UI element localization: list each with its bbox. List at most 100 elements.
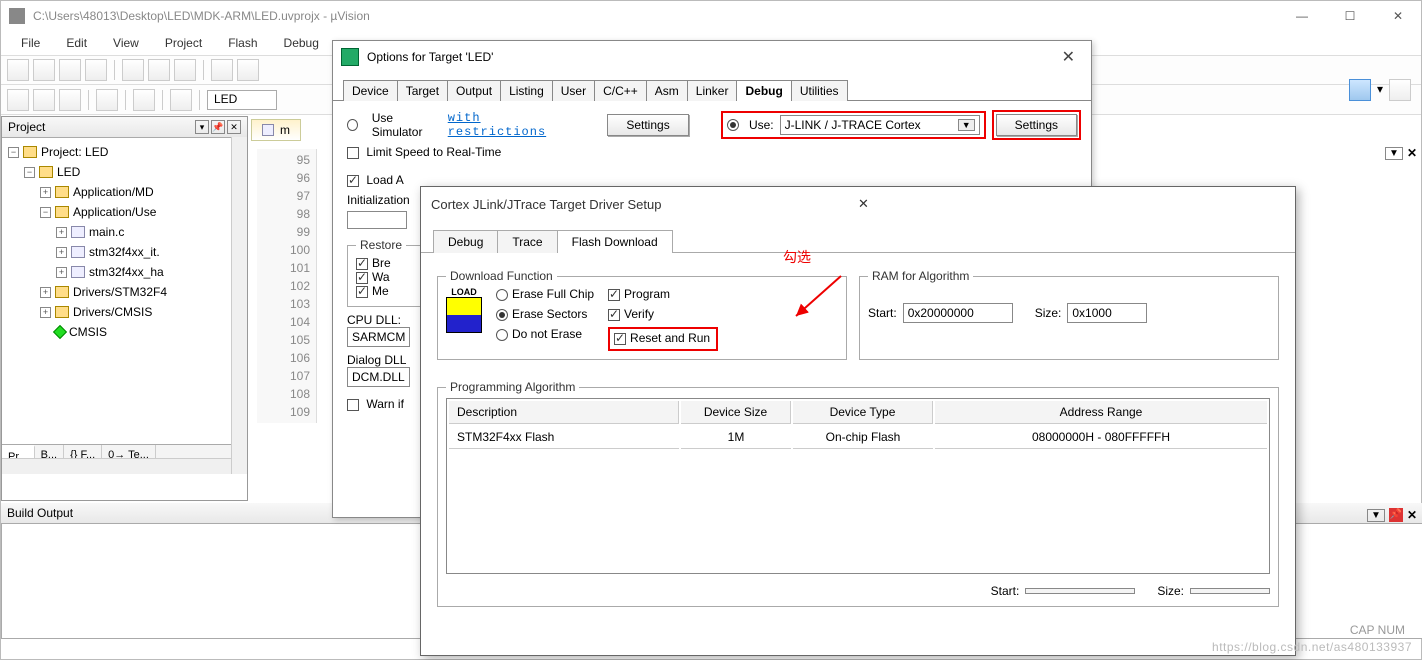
memory-checkbox[interactable] (356, 286, 368, 298)
breakpoints-checkbox[interactable] (356, 258, 368, 270)
paste-icon[interactable] (174, 59, 196, 81)
table-row[interactable]: STM32F4xx Flash 1M On-chip Flash 0800000… (449, 426, 1267, 449)
menu-debug[interactable]: Debug (274, 34, 329, 52)
use-debugger-radio[interactable] (727, 119, 739, 131)
tab-target[interactable]: Target (397, 80, 448, 101)
tree-cmsis[interactable]: CMSIS (69, 325, 107, 339)
panel-close-icon[interactable]: ✕ (1407, 508, 1417, 522)
target-combo[interactable]: LED (207, 90, 277, 110)
tab-listing[interactable]: Listing (500, 80, 553, 101)
menu-flash[interactable]: Flash (218, 34, 267, 52)
expand-icon[interactable]: − (40, 207, 51, 218)
cut-icon[interactable] (122, 59, 144, 81)
jlink-close-button[interactable]: ✕ (850, 194, 1285, 214)
algo-start-field[interactable] (1025, 588, 1135, 594)
config-view-icon[interactable] (1349, 79, 1371, 101)
debugger-combo[interactable]: J-LINK / J-TRACE Cortex ▼ (780, 115, 980, 135)
tree-target[interactable]: LED (57, 165, 80, 179)
sim-settings-button[interactable]: Settings (607, 114, 688, 136)
save-all-icon[interactable] (85, 59, 107, 81)
build-icon[interactable] (33, 89, 55, 111)
pin-icon[interactable]: 📌 (1389, 508, 1403, 522)
tab-cpp[interactable]: C/C++ (594, 80, 647, 101)
algo-size-field[interactable] (1190, 588, 1270, 594)
erase-sectors-radio[interactable] (496, 309, 508, 321)
th-description[interactable]: Description (449, 401, 679, 424)
tab-debug[interactable]: Debug (736, 80, 791, 101)
tree-group[interactable]: Application/MD (73, 185, 154, 199)
tree-group[interactable]: Drivers/CMSIS (73, 305, 152, 319)
maximize-button[interactable]: ☐ (1335, 6, 1365, 26)
undo-icon[interactable] (211, 59, 233, 81)
load-app-checkbox[interactable] (347, 175, 359, 187)
tree-group[interactable]: Application/Use (73, 205, 156, 219)
tree-file[interactable]: main.c (89, 225, 124, 239)
menu-project[interactable]: Project (155, 34, 212, 52)
panel-close-icon[interactable]: ✕ (227, 120, 241, 134)
limit-speed-checkbox[interactable] (347, 147, 359, 159)
do-not-erase-radio[interactable] (496, 329, 508, 341)
th-device-type[interactable]: Device Type (793, 401, 933, 424)
use-simulator-radio[interactable] (347, 119, 358, 131)
expand-icon[interactable]: − (24, 167, 35, 178)
translate-icon[interactable] (7, 89, 29, 111)
download-icon[interactable] (170, 89, 192, 111)
watch-checkbox[interactable] (356, 272, 368, 284)
tab-linker[interactable]: Linker (687, 80, 738, 101)
copy-icon[interactable] (148, 59, 170, 81)
stop-build-icon[interactable] (133, 89, 155, 111)
dropdown-arrow-icon[interactable]: ▼ (958, 119, 975, 131)
expand-icon[interactable]: − (8, 147, 19, 158)
warn-checkbox[interactable] (347, 399, 359, 411)
menu-edit[interactable]: Edit (56, 34, 97, 52)
panel-menu-icon[interactable]: ▼ (1367, 509, 1385, 522)
tree-root[interactable]: Project: LED (41, 145, 108, 159)
th-device-size[interactable]: Device Size (681, 401, 791, 424)
with-restrictions-link[interactable]: with restrictions (448, 111, 570, 139)
project-tree[interactable]: −Project: LED −LED +Application/MD −Appl… (2, 138, 247, 444)
program-checkbox[interactable] (608, 289, 620, 301)
scrollbar-vertical[interactable] (231, 137, 247, 474)
tab-output[interactable]: Output (447, 80, 501, 101)
editor-menu-icon[interactable]: ▼ (1385, 147, 1403, 160)
jlink-tab-debug[interactable]: Debug (433, 230, 498, 253)
menu-file[interactable]: File (11, 34, 50, 52)
expand-icon[interactable]: + (40, 187, 51, 198)
tree-file[interactable]: stm32f4xx_ha (89, 265, 164, 279)
expand-icon[interactable]: + (56, 247, 67, 258)
editor-tab[interactable]: m (251, 119, 301, 141)
expand-icon[interactable]: + (40, 307, 51, 318)
options-icon[interactable] (1389, 79, 1411, 101)
close-button[interactable]: ✕ (1383, 6, 1413, 26)
new-file-icon[interactable] (7, 59, 29, 81)
save-icon[interactable] (59, 59, 81, 81)
algorithm-table[interactable]: Description Device Size Device Type Addr… (446, 398, 1270, 574)
tree-file[interactable]: stm32f4xx_it. (89, 245, 160, 259)
reset-run-checkbox[interactable] (614, 333, 626, 345)
tab-utilities[interactable]: Utilities (791, 80, 848, 101)
redo-icon[interactable] (237, 59, 259, 81)
verify-checkbox[interactable] (608, 309, 620, 321)
tab-user[interactable]: User (552, 80, 595, 101)
panel-menu-icon[interactable]: ▾ (195, 120, 209, 134)
expand-icon[interactable]: + (56, 227, 67, 238)
dropdown-arrow-icon[interactable]: ▾ (1375, 79, 1385, 101)
tab-device[interactable]: Device (343, 80, 398, 101)
th-address-range[interactable]: Address Range (935, 401, 1267, 424)
pin-icon[interactable]: 📌 (211, 120, 225, 134)
expand-icon[interactable]: + (40, 287, 51, 298)
scrollbar-horizontal[interactable] (2, 458, 231, 474)
ram-start-field[interactable]: 0x20000000 (903, 303, 1013, 323)
tree-group[interactable]: Drivers/STM32F4 (73, 285, 167, 299)
dialog-dll-field[interactable]: DCM.DLL (347, 367, 410, 387)
minimize-button[interactable]: — (1287, 6, 1317, 26)
jlink-tab-flash[interactable]: Flash Download (557, 230, 673, 253)
debugger-settings-button[interactable]: Settings (996, 114, 1077, 136)
menu-view[interactable]: View (103, 34, 149, 52)
options-close-button[interactable]: ✕ (1054, 45, 1083, 69)
erase-full-radio[interactable] (496, 289, 508, 301)
editor-close-icon[interactable]: ✕ (1407, 146, 1417, 160)
ram-size-field[interactable]: 0x1000 (1067, 303, 1147, 323)
cpu-dll-field[interactable]: SARMCM (347, 327, 410, 347)
open-file-icon[interactable] (33, 59, 55, 81)
